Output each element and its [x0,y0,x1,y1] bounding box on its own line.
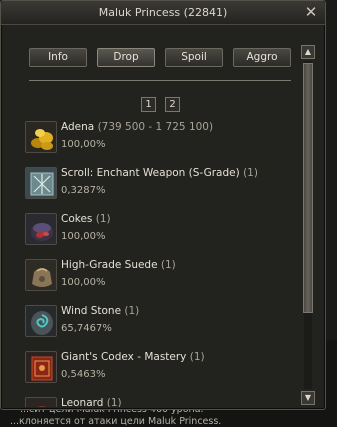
pagination: 1 2 [141,97,180,112]
tab-info[interactable]: Info [29,48,87,67]
item-quantity: (1) [160,259,176,271]
codex-book-icon [25,351,57,383]
wind-stone-icon [25,305,57,337]
page-1-button[interactable]: 1 [141,97,156,112]
page-2-button[interactable]: 2 [165,97,180,112]
drop-chance: 100,00% [61,277,106,288]
item-name: Scroll: Enchant Weapon (S-Grade) [61,167,240,179]
close-icon[interactable]: ✕ [303,4,319,20]
drop-list: Adena (739 500 - 1 725 100) 100,00% Scro… [25,119,295,407]
drop-chance: 0,5463% [61,369,106,380]
list-item[interactable]: Cokes (1) 100,00% [25,211,295,257]
drop-chance: 0,3287% [61,185,106,196]
item-quantity: (1) [106,397,122,407]
list-item[interactable]: Giant's Codex - Mastery (1) 0,5463% [25,349,295,395]
tab-drop[interactable]: Drop [97,48,155,67]
item-name: High-Grade Suede [61,259,158,271]
list-item[interactable]: Leonard (1) [25,395,295,407]
chat-line: ...клоняется от атаки цели Maluk Princes… [10,416,222,427]
list-item[interactable]: High-Grade Suede (1) 100,00% [25,257,295,303]
title-bar[interactable]: Maluk Princess (22841) ✕ [1,1,325,25]
drop-chance: 100,00% [61,231,106,242]
leonard-icon [25,397,57,407]
item-quantity: (1) [189,351,205,363]
item-quantity: (1) [243,167,258,179]
drop-info-window: Maluk Princess (22841) ✕ Info Drop Spoil… [0,0,326,410]
item-name: Adena [61,121,95,133]
scroll-down-icon[interactable]: ▼ [301,391,315,405]
item-name: Cokes [61,213,93,225]
suede-bag-icon [25,259,57,291]
item-quantity: (739 500 - 1 725 100) [97,121,214,133]
item-name: Leonard [61,397,104,407]
drop-chance: 100,00% [61,139,106,150]
item-quantity: (1) [124,305,140,317]
list-item[interactable]: Scroll: Enchant Weapon (S-Grade) (1) 0,3… [25,165,295,211]
cokes-icon [25,213,57,245]
scroll-thumb[interactable] [303,63,313,313]
scroll-up-icon[interactable]: ▲ [301,45,315,59]
tab-aggro[interactable]: Aggro [233,48,291,67]
item-name: Wind Stone [61,305,122,317]
divider [29,80,291,81]
tab-bar: Info Drop Spoil Aggro [29,48,291,67]
item-quantity: (1) [95,213,111,225]
window-title: Maluk Princess (22841) [98,6,228,19]
tab-spoil[interactable]: Spoil [165,48,223,67]
item-name: Giant's Codex - Mastery [61,351,187,363]
scrollbar[interactable]: ▲ ▼ [301,45,315,405]
adena-coins-icon [25,121,57,153]
list-item[interactable]: Wind Stone (1) 65,7467% [25,303,295,349]
list-item[interactable]: Adena (739 500 - 1 725 100) 100,00% [25,119,295,165]
drop-chance: 65,7467% [61,323,112,334]
scroll-icon [25,167,57,199]
